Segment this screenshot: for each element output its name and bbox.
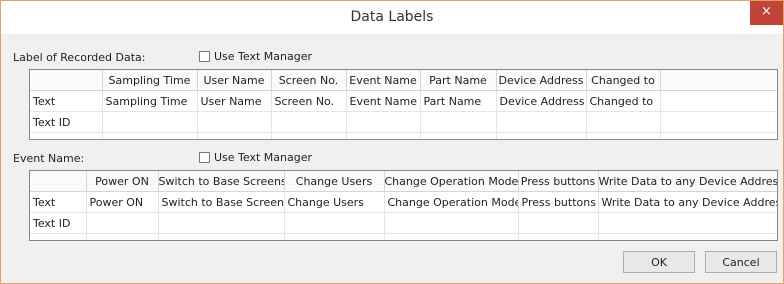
grid-cell[interactable]: Part Name [420, 90, 497, 112]
recorded-data-grid: Sampling Time User Name Screen No. Event… [29, 69, 778, 140]
table-row [30, 132, 777, 139]
grid-row-header [30, 132, 103, 139]
grid-cell[interactable] [496, 132, 587, 139]
grid-header-cell: Write Data to any Device Addresses [598, 171, 777, 192]
grid-cell[interactable] [346, 111, 421, 133]
grid-cell[interactable]: Device Address [496, 90, 587, 112]
grid-cell[interactable] [86, 233, 159, 240]
grid-cell[interactable] [284, 233, 385, 240]
grid-row-header: Text ID [30, 111, 103, 133]
grid-cell[interactable] [197, 111, 272, 133]
grid-cell[interactable]: Write Data to any Device Addresses [598, 191, 777, 213]
table-row: Text Sampling Time User Name Screen No. … [30, 90, 777, 112]
grid-header-cell: User Name [197, 70, 272, 91]
grid-cell[interactable] [102, 132, 198, 139]
grid-row-header: Text [30, 90, 103, 112]
title-bar: Data Labels × [1, 1, 783, 34]
grid-header-row: Power ON Switch to Base Screens Change U… [30, 171, 777, 192]
grid-header-row: Sampling Time User Name Screen No. Event… [30, 70, 777, 91]
table-row: Text ID [30, 111, 777, 133]
cancel-button[interactable]: Cancel [705, 251, 777, 273]
grid-header-cell [30, 171, 87, 192]
grid-cell[interactable]: Changed to [586, 90, 661, 112]
grid-row-header: Text ID [30, 212, 87, 234]
grid-header-cell: Part Name [420, 70, 497, 91]
grid-cell[interactable] [518, 212, 599, 234]
grid-cell[interactable]: Switch to Base Screens [158, 191, 285, 213]
checkbox-box[interactable] [199, 50, 210, 62]
grid-header-cell: Screen No. [271, 70, 347, 91]
grid-cell[interactable] [284, 212, 385, 234]
grid-cell[interactable]: Power ON [86, 191, 159, 213]
grid-cell[interactable] [586, 111, 661, 133]
grid-cell[interactable]: Screen No. [271, 90, 347, 112]
grid-cell[interactable] [86, 212, 159, 234]
grid-header-cell: Sampling Time [102, 70, 198, 91]
grid-cell[interactable] [102, 111, 198, 133]
data-labels-dialog: Data Labels × Label of Recorded Data: Us… [0, 0, 784, 284]
close-button[interactable]: × [750, 1, 783, 25]
grid-cell[interactable] [660, 111, 777, 133]
event-name-grid: Power ON Switch to Base Screens Change U… [29, 170, 778, 241]
recorded-data-label: Label of Recorded Data: [13, 51, 146, 64]
grid-header-cell: Changed to [586, 70, 661, 91]
grid-header-cell [660, 70, 777, 91]
grid-header-cell: Change Users [284, 171, 385, 192]
grid-cell[interactable] [660, 90, 777, 112]
table-row [30, 233, 777, 240]
grid-cell[interactable] [158, 233, 285, 240]
grid-cell[interactable]: Event Name [346, 90, 421, 112]
grid-header-cell: Change Operation Modes [384, 171, 519, 192]
grid-cell[interactable] [586, 132, 661, 139]
grid-cell[interactable] [346, 132, 421, 139]
recorded-use-text-manager-checkbox[interactable]: Use Text Manager [199, 49, 312, 63]
grid-cell[interactable] [518, 233, 599, 240]
grid-row-header: Text [30, 191, 87, 213]
grid-header-cell: Power ON [86, 171, 159, 192]
grid-cell[interactable] [158, 212, 285, 234]
table-row: Text Power ON Switch to Base Screens Cha… [30, 191, 777, 213]
grid-cell[interactable] [384, 233, 519, 240]
table-row: Text ID [30, 212, 777, 234]
grid-cell[interactable] [660, 132, 777, 139]
checkbox-label: Use Text Manager [214, 150, 313, 164]
grid-row-header [30, 233, 87, 240]
grid-cell[interactable] [197, 132, 272, 139]
grid-cell[interactable]: User Name [197, 90, 272, 112]
event-name-label: Event Name: [13, 152, 85, 165]
grid-cell[interactable]: Change Operation Modes [384, 191, 519, 213]
checkbox-label: Use Text Manager [214, 49, 313, 63]
grid-cell[interactable] [271, 111, 347, 133]
grid-header-cell: Event Name [346, 70, 421, 91]
grid-cell[interactable] [420, 132, 497, 139]
grid-cell[interactable]: Change Users [284, 191, 385, 213]
ok-button[interactable]: OK [623, 251, 695, 273]
grid-cell[interactable]: Sampling Time [102, 90, 198, 112]
grid-cell[interactable]: Press buttons [518, 191, 599, 213]
grid-cell[interactable] [496, 111, 587, 133]
grid-cell[interactable] [384, 212, 519, 234]
dialog-title: Data Labels [350, 9, 434, 25]
checkbox-box[interactable] [199, 151, 210, 163]
grid-header-cell: Device Address [496, 70, 587, 91]
grid-cell[interactable] [420, 111, 497, 133]
grid-cell[interactable] [598, 212, 777, 234]
event-use-text-manager-checkbox[interactable]: Use Text Manager [199, 150, 312, 164]
grid-header-cell: Press buttons [518, 171, 599, 192]
grid-header-cell [30, 70, 103, 91]
grid-cell[interactable] [598, 233, 777, 240]
grid-cell[interactable] [271, 132, 347, 139]
grid-header-cell: Switch to Base Screens [158, 171, 285, 192]
